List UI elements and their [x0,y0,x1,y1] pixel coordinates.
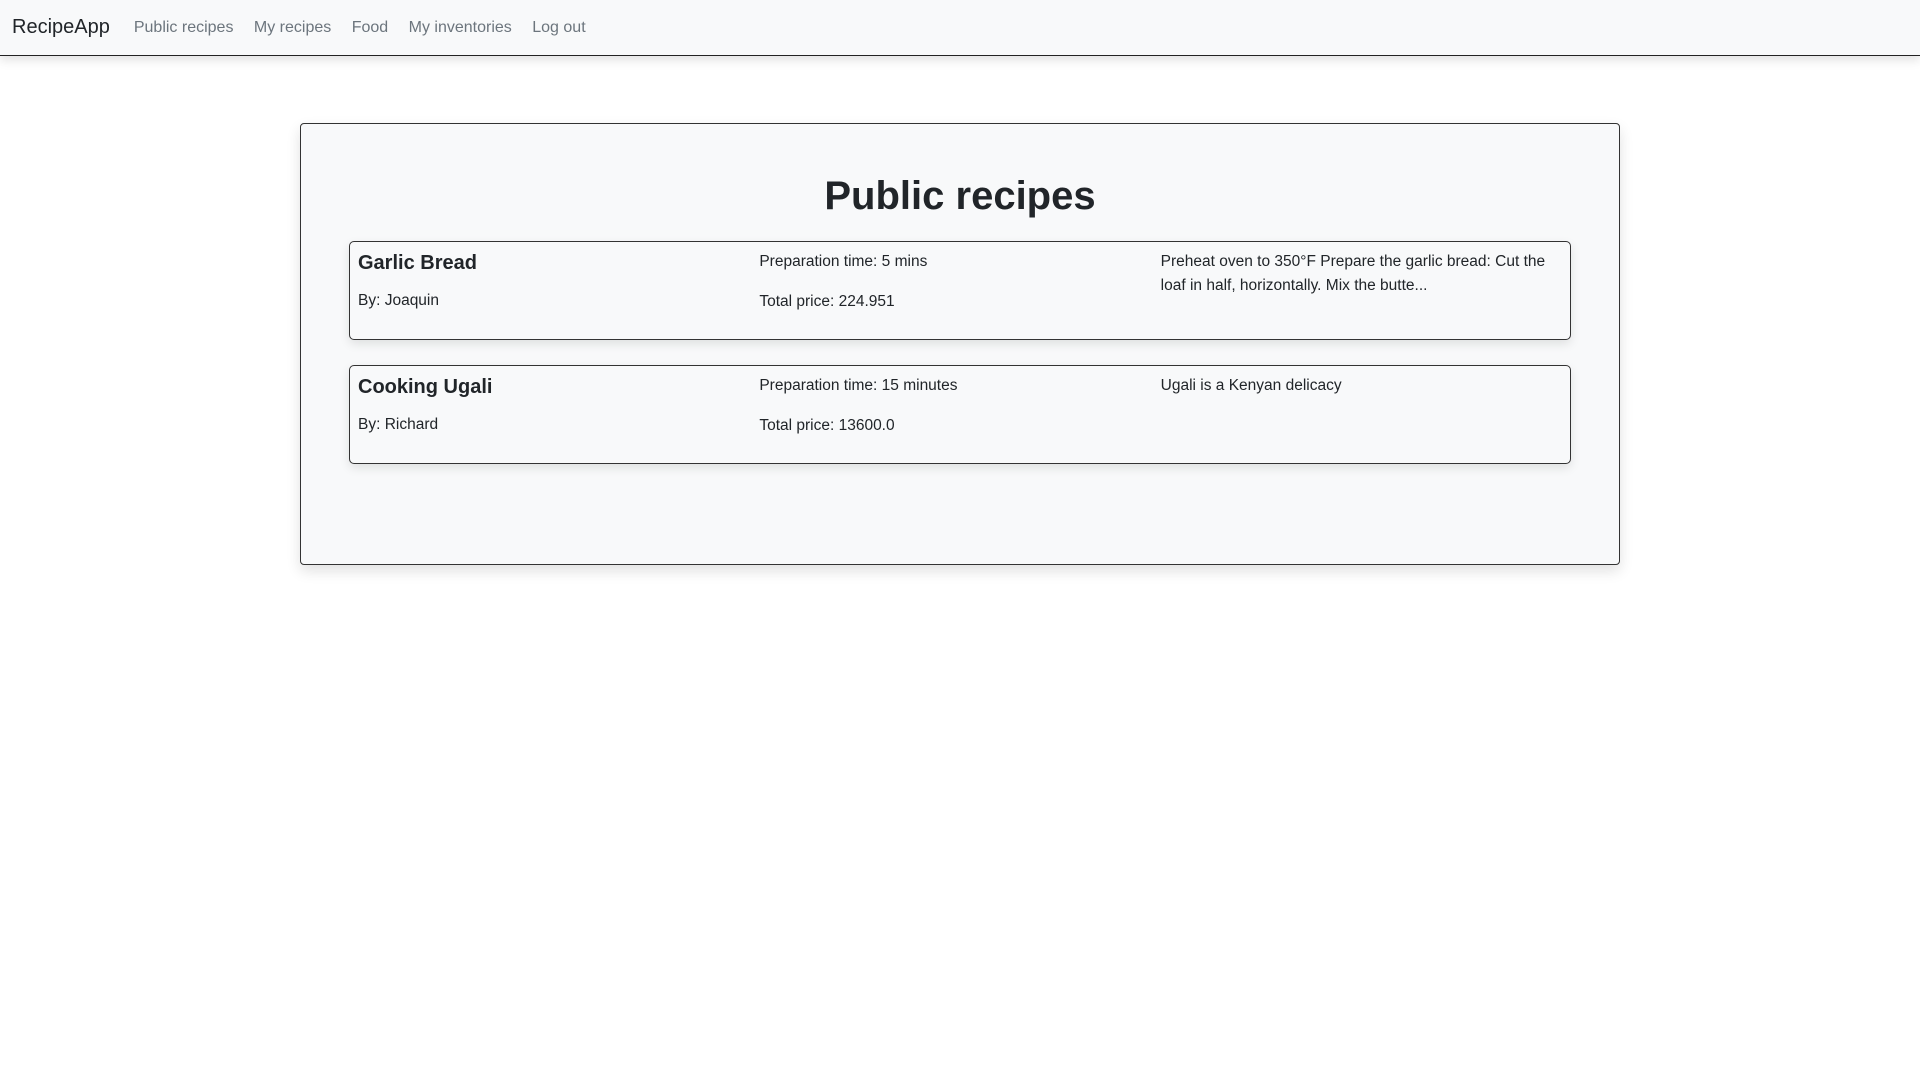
recipe-desc-col: Ugali is a Kenyan delicacy [1161,374,1562,455]
recipe-total-price: Total price: 13600.0 [759,417,895,434]
recipe-author: By: Joaquin [358,292,439,309]
nav-food[interactable]: Food [352,19,388,36]
recipe-card[interactable]: Cooking Ugali By: Richard Preparation ti… [349,365,1571,464]
recipe-prep-time: Preparation time: 15 minutes [759,377,958,394]
recipes-container: Public recipes Garlic Bread By: Joaquin … [300,123,1620,565]
recipe-name[interactable]: Cooking Ugali [358,376,747,399]
recipe-description: Preheat oven to 350°F Prepare the garlic… [1160,253,1546,294]
recipe-info: Cooking Ugali By: Richard [358,374,759,455]
recipe-prep-time: Preparation time: 5 mins [759,253,928,270]
nav-my-inventories[interactable]: My inventories [409,19,512,36]
nav-public-recipes[interactable]: Public recipes [134,19,234,36]
recipe-meta: Preparation time: 15 minutes Total price… [759,374,1160,455]
recipe-desc-col: Preheat oven to 350°F Prepare the garlic… [1161,250,1562,331]
recipe-name[interactable]: Garlic Bread [358,252,747,275]
page-title: Public recipes [824,174,1096,218]
nav-my-recipes[interactable]: My recipes [254,19,331,36]
recipe-author: By: Richard [358,416,439,433]
nav-log-out[interactable]: Log out [532,19,585,36]
recipe-total-price: Total price: 224.951 [759,293,895,310]
navbar: RecipeApp Public recipes My recipes Food… [0,0,1920,56]
recipe-description: Ugali is a Kenyan delicacy [1160,377,1342,394]
nav-links: Public recipes My recipes Food My invent… [134,19,602,37]
recipe-info: Garlic Bread By: Joaquin [358,250,759,331]
brand-link[interactable]: RecipeApp [12,16,110,39]
recipe-card[interactable]: Garlic Bread By: Joaquin Preparation tim… [349,241,1571,340]
recipe-meta: Preparation time: 5 mins Total price: 22… [759,250,1160,331]
